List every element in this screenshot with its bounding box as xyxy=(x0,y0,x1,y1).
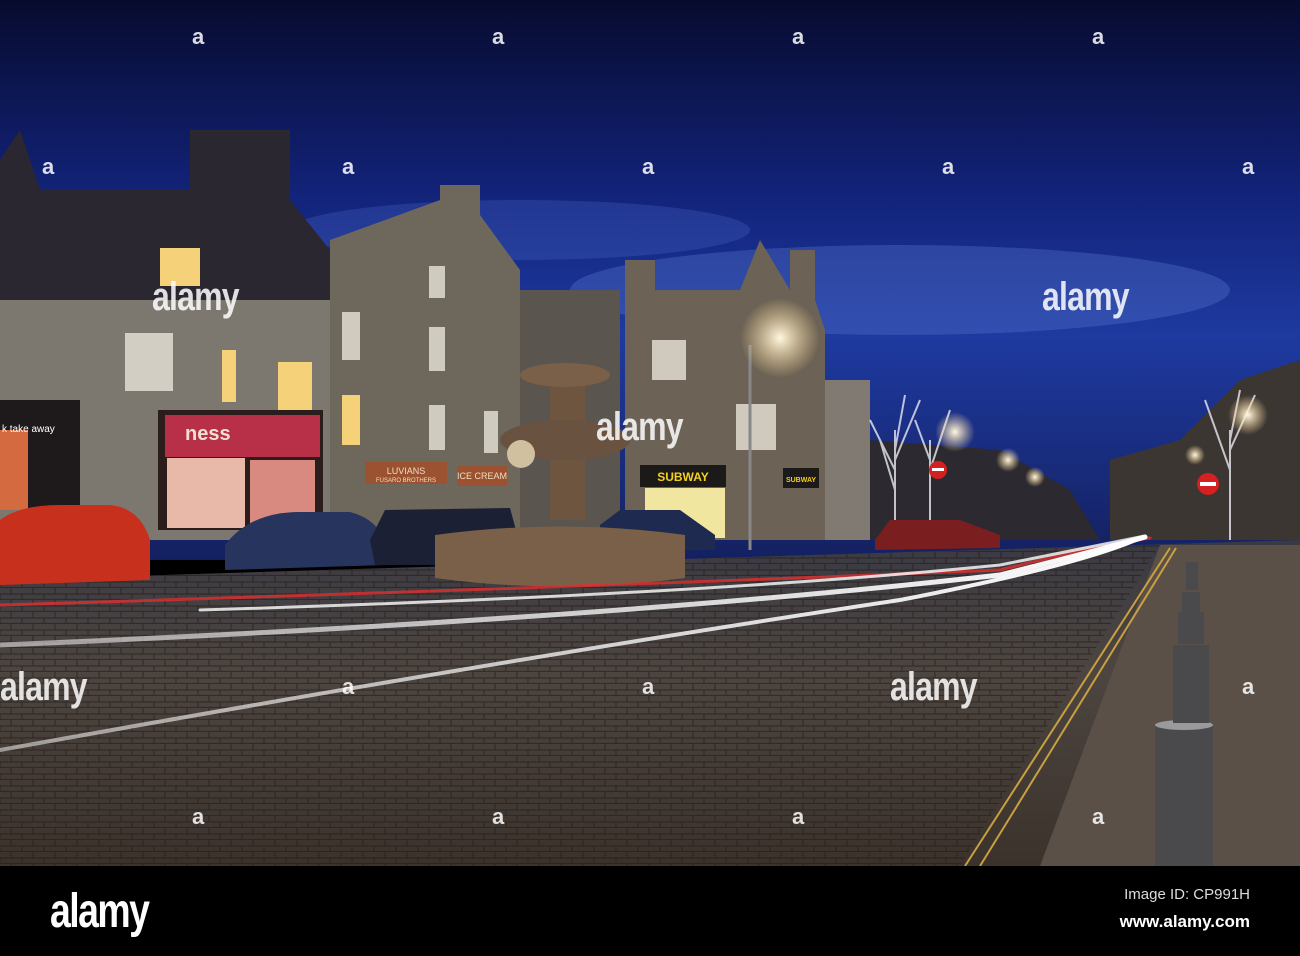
watermark-text: alamy xyxy=(890,665,978,709)
watermark-text: alamy xyxy=(596,405,684,449)
watermark-letter: a xyxy=(792,804,804,829)
watermark-text: alamy xyxy=(152,275,240,319)
site-url: www.alamy.com xyxy=(1119,912,1250,931)
takeaway-sign: k take away xyxy=(2,424,55,435)
watermark-letter: a xyxy=(642,674,654,699)
image-id: Image ID: CP991H xyxy=(1124,886,1250,903)
watermark-letter: a xyxy=(342,154,354,179)
subway-side-sign: SUBWAY xyxy=(786,477,816,484)
watermark-letter: a xyxy=(1092,804,1104,829)
fusaro-sign: FUSARO BROTHERS xyxy=(376,478,436,484)
alamy-logo: alamy xyxy=(50,885,150,938)
watermark-letter: a xyxy=(942,154,954,179)
ice-cream-sign: ICE CREAM xyxy=(457,471,507,481)
footer-bar: alamy Image ID: CP991H www.alamy.com xyxy=(0,866,1300,956)
watermark-letter: a xyxy=(192,804,204,829)
luvians-sign: LUVIANS xyxy=(387,466,426,476)
watermark-letter: a xyxy=(342,674,354,699)
watermark-text: alamy xyxy=(1042,275,1130,319)
watermark-letter: a xyxy=(492,24,504,49)
watermark-letter: a xyxy=(1242,674,1254,699)
watermark-letter: a xyxy=(1242,154,1254,179)
ness-sign: ness xyxy=(185,423,231,445)
watermark-text: alamy xyxy=(0,665,88,709)
watermark-letter: a xyxy=(792,24,804,49)
watermark-letter: a xyxy=(192,24,204,49)
watermark-letter: a xyxy=(1092,24,1104,49)
watermark-letter: a xyxy=(492,804,504,829)
subway-sign: SUBWAY xyxy=(657,470,709,484)
watermark-letter: a xyxy=(642,154,654,179)
watermark-letter: a xyxy=(42,154,54,179)
